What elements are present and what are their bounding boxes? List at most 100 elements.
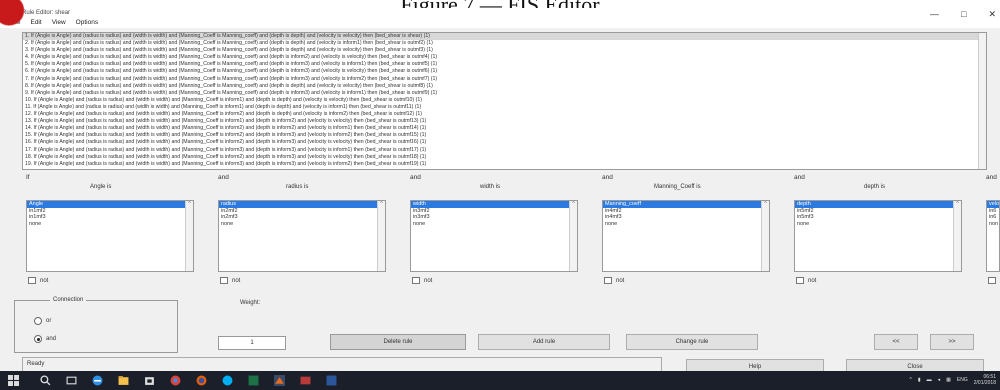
list-item[interactable]: none [603, 221, 769, 228]
rule-row[interactable]: 9. If (Angle is Angle) and (radius is ra… [23, 90, 986, 97]
rules-listbox[interactable]: 1. If (Angle is Angle) and (radius is ra… [22, 32, 987, 170]
connector-and: and [218, 174, 229, 181]
menu-bar: File Edit View Options [0, 18, 1000, 28]
corner-stain [0, 0, 30, 26]
battery-icon[interactable]: ▬ [927, 377, 932, 383]
change-rule-button[interactable]: Change rule [626, 334, 758, 350]
chrome-icon[interactable] [170, 375, 181, 386]
connector-and: and [794, 174, 805, 181]
weight-input[interactable]: 1 [218, 336, 286, 350]
not-checkbox-radius[interactable]: not [220, 277, 240, 284]
rule-row[interactable]: 14. If (Angle is Angle) and (radius is r… [23, 125, 986, 132]
rule-row[interactable]: 18. If (Angle is Angle) and (radius is r… [23, 154, 986, 161]
rule-row[interactable]: 10. If (Angle is Angle) and (radius is r… [23, 97, 986, 104]
rule-row[interactable]: 5. If (Angle is Angle) and (radius is ra… [23, 61, 986, 68]
not-checkbox-manning[interactable]: not [604, 277, 624, 284]
video-player-icon[interactable] [300, 375, 311, 386]
search-icon[interactable] [40, 375, 51, 386]
rule-row[interactable]: 6. If (Angle is Angle) and (radius is ra… [23, 68, 986, 75]
depth-mf-list[interactable]: depth in5mf2 in5mf3 none ^ [794, 200, 962, 272]
edge-browser-icon[interactable] [92, 375, 103, 386]
excel-icon[interactable] [248, 375, 259, 386]
list-scrollbar[interactable]: ^ [377, 201, 385, 271]
var-label-manning: Manning_Coeff is [654, 184, 701, 190]
skype-icon[interactable] [222, 375, 233, 386]
rules-scrollbar[interactable] [978, 33, 986, 169]
taskbar: ^ ▮ ▬ ◂ ▦ ENG 06:51 2/01/2018 [0, 371, 1000, 390]
title-bar: Rule Editor: shear — □ ✕ [0, 8, 1000, 19]
matlab-taskbar-icon[interactable] [274, 375, 285, 386]
rule-row[interactable]: 17. If (Angle is Angle) and (radius is r… [23, 147, 986, 154]
windows-start-icon[interactable] [8, 375, 19, 386]
var-label-angle: Angle is [90, 184, 112, 190]
rule-row[interactable]: 15. If (Angle is Angle) and (radius is r… [23, 132, 986, 139]
list-item[interactable]: none [27, 221, 193, 228]
menu-view[interactable]: View [52, 18, 66, 28]
list-item[interactable]: none [219, 221, 385, 228]
manning-mf-list[interactable]: Manning_coeff in4mf2 in4mf3 none ^ [602, 200, 770, 272]
store-icon[interactable] [144, 375, 155, 386]
radio-and-icon[interactable] [34, 335, 42, 343]
file-explorer-icon[interactable] [118, 375, 129, 386]
radio-or-icon[interactable] [34, 317, 42, 325]
task-view-icon[interactable] [66, 375, 77, 386]
list-item[interactable]: none [411, 221, 577, 228]
connector-if: If [26, 174, 30, 181]
network-icon[interactable]: ▮ [918, 377, 921, 383]
rule-row[interactable]: 8. If (Angle is Angle) and (radius is ra… [23, 83, 986, 90]
rule-row[interactable]: 4. If (Angle is Angle) and (radius is ra… [23, 54, 986, 61]
rule-row[interactable]: 19. If (Angle is Angle) and (radius is r… [23, 161, 986, 168]
word-icon[interactable] [326, 375, 337, 386]
width-mf-list[interactable]: width in3mf2 in3mf3 none ^ [410, 200, 578, 272]
rule-row[interactable]: 16. If (Angle is Angle) and (radius is r… [23, 139, 986, 146]
velocity-mf-list[interactable]: velo in6 in6 non [986, 200, 1000, 272]
rule-row[interactable]: 13. If (Angle is Angle) and (radius is r… [23, 118, 986, 125]
connection-title: Connection [50, 297, 87, 303]
rule-row[interactable]: 2. If (Angle is Angle) and (radius is ra… [23, 40, 986, 47]
add-rule-button[interactable]: Add rule [478, 334, 610, 350]
rule-row[interactable]: 1. If (Angle is Angle) and (radius is ra… [23, 33, 986, 41]
list-item[interactable]: velo [987, 201, 999, 208]
connection-group [14, 300, 178, 353]
radio-or[interactable]: or [34, 317, 51, 325]
menu-edit[interactable]: Edit [30, 18, 41, 28]
rule-row[interactable]: 12. If (Angle is Angle) and (radius is r… [23, 111, 986, 118]
list-item[interactable]: none [795, 221, 961, 228]
language-indicator[interactable]: ENG [957, 377, 968, 383]
radius-mf-list[interactable]: radius in2mf2 in2mf3 none ^ [218, 200, 386, 272]
clock-date: 2/01/2018 [973, 380, 996, 386]
not-checkbox-depth[interactable]: not [796, 277, 816, 284]
chevron-up-icon[interactable]: ^ [910, 377, 912, 383]
not-checkbox-velocity[interactable] [988, 277, 996, 284]
clock[interactable]: 06:51 2/01/2018 [974, 374, 996, 386]
connector-and: and [602, 174, 613, 181]
connector-and: and [986, 174, 997, 181]
radio-and[interactable]: and [34, 335, 56, 343]
menu-options[interactable]: Options [76, 18, 98, 28]
rule-row[interactable]: 3. If (Angle is Angle) and (radius is ra… [23, 47, 986, 54]
keyboard-icon[interactable]: ▦ [946, 377, 951, 383]
status-text: Ready [27, 361, 45, 367]
list-scrollbar[interactable]: ^ [953, 201, 961, 271]
system-tray: ^ ▮ ▬ ◂ ▦ ENG 06:51 2/01/2018 [910, 374, 996, 386]
list-item[interactable]: non [987, 221, 999, 228]
firefox-icon[interactable] [196, 375, 207, 386]
weight-label: Weight: [240, 300, 261, 306]
volume-icon[interactable]: ◂ [938, 377, 941, 383]
rule-editor-window: Rule Editor: shear — □ ✕ File Edit View … [0, 8, 1000, 379]
next-button[interactable]: >> [930, 334, 974, 350]
rule-row[interactable]: 11. If (Angle is Angle) and (radius is r… [23, 104, 986, 111]
var-label-width: width is [480, 184, 501, 190]
angle-mf-list[interactable]: Angle in1mf2 in1mf3 none ^ [26, 200, 194, 272]
list-scrollbar[interactable]: ^ [761, 201, 769, 271]
connector-and: and [410, 174, 421, 181]
var-label-depth: depth is [864, 184, 886, 190]
prev-button[interactable]: << [874, 334, 918, 350]
list-scrollbar[interactable]: ^ [185, 201, 193, 271]
not-checkbox-width[interactable]: not [412, 277, 432, 284]
delete-rule-button[interactable]: Delete rule [330, 334, 466, 350]
var-label-radius: radius is [286, 184, 309, 190]
rule-row[interactable]: 7. If (Angle is Angle) and (radius is ra… [23, 76, 986, 83]
list-scrollbar[interactable]: ^ [569, 201, 577, 271]
not-checkbox-angle[interactable]: not [28, 277, 48, 284]
